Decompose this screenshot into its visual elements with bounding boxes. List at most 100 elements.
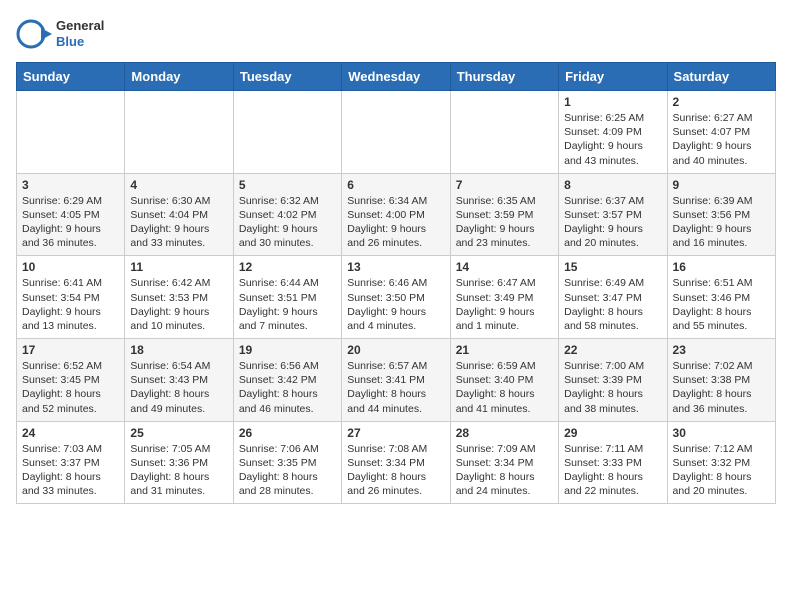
day-number: 30 [673,426,770,440]
day-number: 20 [347,343,444,357]
day-number: 28 [456,426,553,440]
weekday-header-saturday: Saturday [667,63,775,91]
day-number: 21 [456,343,553,357]
calendar-cell [450,91,558,174]
day-number: 3 [22,178,119,192]
day-number: 12 [239,260,336,274]
day-number: 18 [130,343,227,357]
calendar-cell: 10 Sunrise: 6:41 AM Sunset: 3:54 PM Dayli… [17,256,125,339]
day-info: Sunrise: 6:54 AM Sunset: 3:43 PM Dayligh… [130,359,227,416]
day-number: 7 [456,178,553,192]
calendar-cell: 25 Sunrise: 7:05 AM Sunset: 3:36 PM Dayli… [125,421,233,504]
day-info: Sunrise: 7:03 AM Sunset: 3:37 PM Dayligh… [22,442,119,499]
calendar-cell: 22 Sunrise: 7:00 AM Sunset: 3:39 PM Dayli… [559,339,667,422]
weekday-header-monday: Monday [125,63,233,91]
day-number: 10 [22,260,119,274]
calendar-week-row: 1 Sunrise: 6:25 AM Sunset: 4:09 PM Daylig… [17,91,776,174]
calendar-week-row: 10 Sunrise: 6:41 AM Sunset: 3:54 PM Dayli… [17,256,776,339]
day-info: Sunrise: 6:41 AM Sunset: 3:54 PM Dayligh… [22,276,119,333]
day-number: 15 [564,260,661,274]
calendar-cell: 18 Sunrise: 6:54 AM Sunset: 3:43 PM Dayli… [125,339,233,422]
day-info: Sunrise: 6:25 AM Sunset: 4:09 PM Dayligh… [564,111,661,168]
calendar-cell: 26Sunrise: 7:06 AM Sunset: 3:35 PM Dayli… [233,421,341,504]
calendar-cell: 27 Sunrise: 7:08 AM Sunset: 3:34 PM Dayli… [342,421,450,504]
day-number: 27 [347,426,444,440]
calendar-cell: 15Sunrise: 6:49 AM Sunset: 3:47 PM Dayli… [559,256,667,339]
calendar-cell: 6 Sunrise: 6:34 AM Sunset: 4:00 PM Daylig… [342,173,450,256]
calendar-cell: 30 Sunrise: 7:12 AM Sunset: 3:32 PM Dayli… [667,421,775,504]
calendar-cell: 20 Sunrise: 6:57 AM Sunset: 3:41 PM Dayli… [342,339,450,422]
day-info: Sunrise: 6:59 AM Sunset: 3:40 PM Dayligh… [456,359,553,416]
calendar-cell: 5 Sunrise: 6:32 AM Sunset: 4:02 PM Daylig… [233,173,341,256]
logo-general-label: General [56,18,104,34]
calendar-cell: 9 Sunrise: 6:39 AM Sunset: 3:56 PM Daylig… [667,173,775,256]
calendar-cell: 11Sunrise: 6:42 AM Sunset: 3:53 PM Dayli… [125,256,233,339]
weekday-header-friday: Friday [559,63,667,91]
weekday-header-sunday: Sunday [17,63,125,91]
calendar-cell: 4Sunrise: 6:30 AM Sunset: 4:04 PM Daylig… [125,173,233,256]
day-info: Sunrise: 6:32 AM Sunset: 4:02 PM Dayligh… [239,194,336,251]
day-info: Sunrise: 7:06 AM Sunset: 3:35 PM Dayligh… [239,442,336,499]
day-info: Sunrise: 7:05 AM Sunset: 3:36 PM Dayligh… [130,442,227,499]
calendar-table: SundayMondayTuesdayWednesdayThursdayFrid… [16,62,776,504]
day-info: Sunrise: 6:46 AM Sunset: 3:50 PM Dayligh… [347,276,444,333]
calendar-cell: 14 Sunrise: 6:47 AM Sunset: 3:49 PM Dayli… [450,256,558,339]
calendar-cell: 3 Sunrise: 6:29 AM Sunset: 4:05 PM Daylig… [17,173,125,256]
day-info: Sunrise: 7:11 AM Sunset: 3:33 PM Dayligh… [564,442,661,499]
day-info: Sunrise: 7:08 AM Sunset: 3:34 PM Dayligh… [347,442,444,499]
day-info: Sunrise: 7:09 AM Sunset: 3:34 PM Dayligh… [456,442,553,499]
day-info: Sunrise: 6:52 AM Sunset: 3:45 PM Dayligh… [22,359,119,416]
calendar-cell: 24 Sunrise: 7:03 AM Sunset: 3:37 PM Dayli… [17,421,125,504]
day-number: 19 [239,343,336,357]
day-info: Sunrise: 7:02 AM Sunset: 3:38 PM Dayligh… [673,359,770,416]
day-info: Sunrise: 6:57 AM Sunset: 3:41 PM Dayligh… [347,359,444,416]
calendar-cell [233,91,341,174]
day-info: Sunrise: 7:12 AM Sunset: 3:32 PM Dayligh… [673,442,770,499]
day-number: 14 [456,260,553,274]
day-number: 16 [673,260,770,274]
calendar-cell [125,91,233,174]
day-number: 23 [673,343,770,357]
calendar-header-row: SundayMondayTuesdayWednesdayThursdayFrid… [17,63,776,91]
logo: GeneralBlue [16,16,104,52]
day-number: 22 [564,343,661,357]
day-number: 24 [22,426,119,440]
day-number: 11 [130,260,227,274]
calendar-week-row: 17 Sunrise: 6:52 AM Sunset: 3:45 PM Dayli… [17,339,776,422]
day-number: 2 [673,95,770,109]
logo-blue-label: Blue [56,34,104,50]
day-number: 13 [347,260,444,274]
day-info: Sunrise: 6:29 AM Sunset: 4:05 PM Dayligh… [22,194,119,251]
calendar-cell [342,91,450,174]
calendar-cell: 8 Sunrise: 6:37 AM Sunset: 3:57 PM Daylig… [559,173,667,256]
day-number: 6 [347,178,444,192]
day-number: 9 [673,178,770,192]
day-number: 29 [564,426,661,440]
day-info: Sunrise: 6:37 AM Sunset: 3:57 PM Dayligh… [564,194,661,251]
page: GeneralBlue SundayMondayTuesdayWednesday… [0,0,792,516]
day-info: Sunrise: 6:56 AM Sunset: 3:42 PM Dayligh… [239,359,336,416]
weekday-header-tuesday: Tuesday [233,63,341,91]
day-number: 5 [239,178,336,192]
day-info: Sunrise: 6:39 AM Sunset: 3:56 PM Dayligh… [673,194,770,251]
day-info: Sunrise: 6:44 AM Sunset: 3:51 PM Dayligh… [239,276,336,333]
calendar-cell [17,91,125,174]
calendar-cell: 16 Sunrise: 6:51 AM Sunset: 3:46 PM Dayli… [667,256,775,339]
day-info: Sunrise: 7:00 AM Sunset: 3:39 PM Dayligh… [564,359,661,416]
day-info: Sunrise: 6:47 AM Sunset: 3:49 PM Dayligh… [456,276,553,333]
calendar-cell: 7Sunrise: 6:35 AM Sunset: 3:59 PM Daylig… [450,173,558,256]
day-info: Sunrise: 6:51 AM Sunset: 3:46 PM Dayligh… [673,276,770,333]
day-number: 8 [564,178,661,192]
header: GeneralBlue [16,16,776,52]
calendar-cell: 28 Sunrise: 7:09 AM Sunset: 3:34 PM Dayli… [450,421,558,504]
day-info: Sunrise: 6:34 AM Sunset: 4:00 PM Dayligh… [347,194,444,251]
calendar-cell: 29 Sunrise: 7:11 AM Sunset: 3:33 PM Dayli… [559,421,667,504]
day-number: 1 [564,95,661,109]
day-number: 4 [130,178,227,192]
calendar-cell: 1 Sunrise: 6:25 AM Sunset: 4:09 PM Daylig… [559,91,667,174]
day-number: 17 [22,343,119,357]
calendar-cell: 23 Sunrise: 7:02 AM Sunset: 3:38 PM Dayli… [667,339,775,422]
weekday-header-wednesday: Wednesday [342,63,450,91]
calendar-cell: 21 Sunrise: 6:59 AM Sunset: 3:40 PM Dayli… [450,339,558,422]
day-number: 25 [130,426,227,440]
